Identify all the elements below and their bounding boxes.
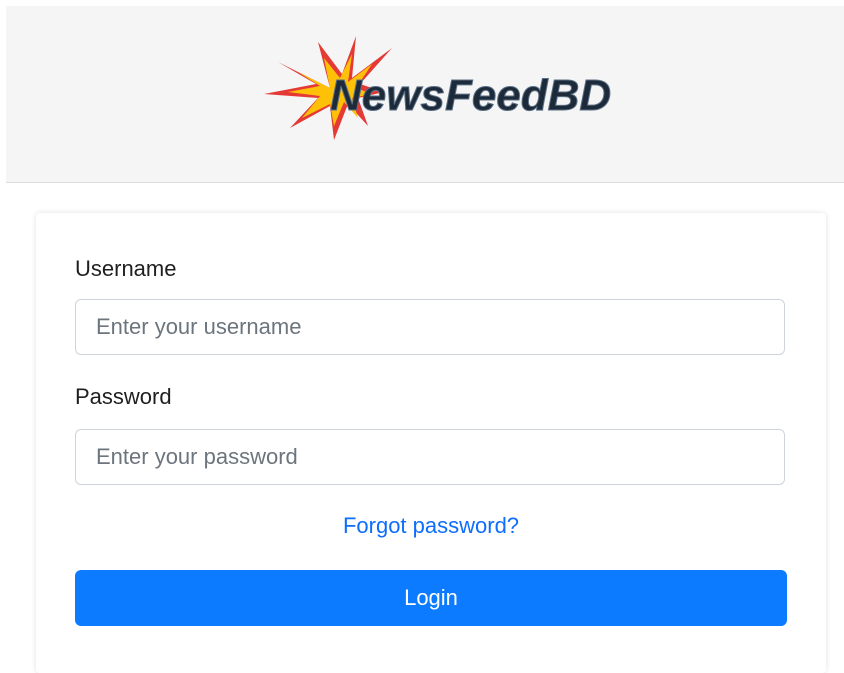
username-label: Username <box>75 256 177 281</box>
username-input[interactable] <box>75 299 785 355</box>
password-input[interactable] <box>75 429 785 485</box>
login-button[interactable]: Login <box>75 570 787 626</box>
login-card: Username Password Forgot password? Login <box>36 213 826 673</box>
forgot-password-link[interactable]: Forgot password? <box>343 513 519 538</box>
site-logo[interactable]: NewsFeedBD <box>260 34 640 144</box>
site-header: NewsFeedBD <box>6 6 844 183</box>
logo-graphic: NewsFeedBD <box>264 36 612 140</box>
logo-text: NewsFeedBD <box>330 71 611 120</box>
forgot-password-container: Forgot password? <box>75 513 787 539</box>
password-label: Password <box>75 384 172 409</box>
